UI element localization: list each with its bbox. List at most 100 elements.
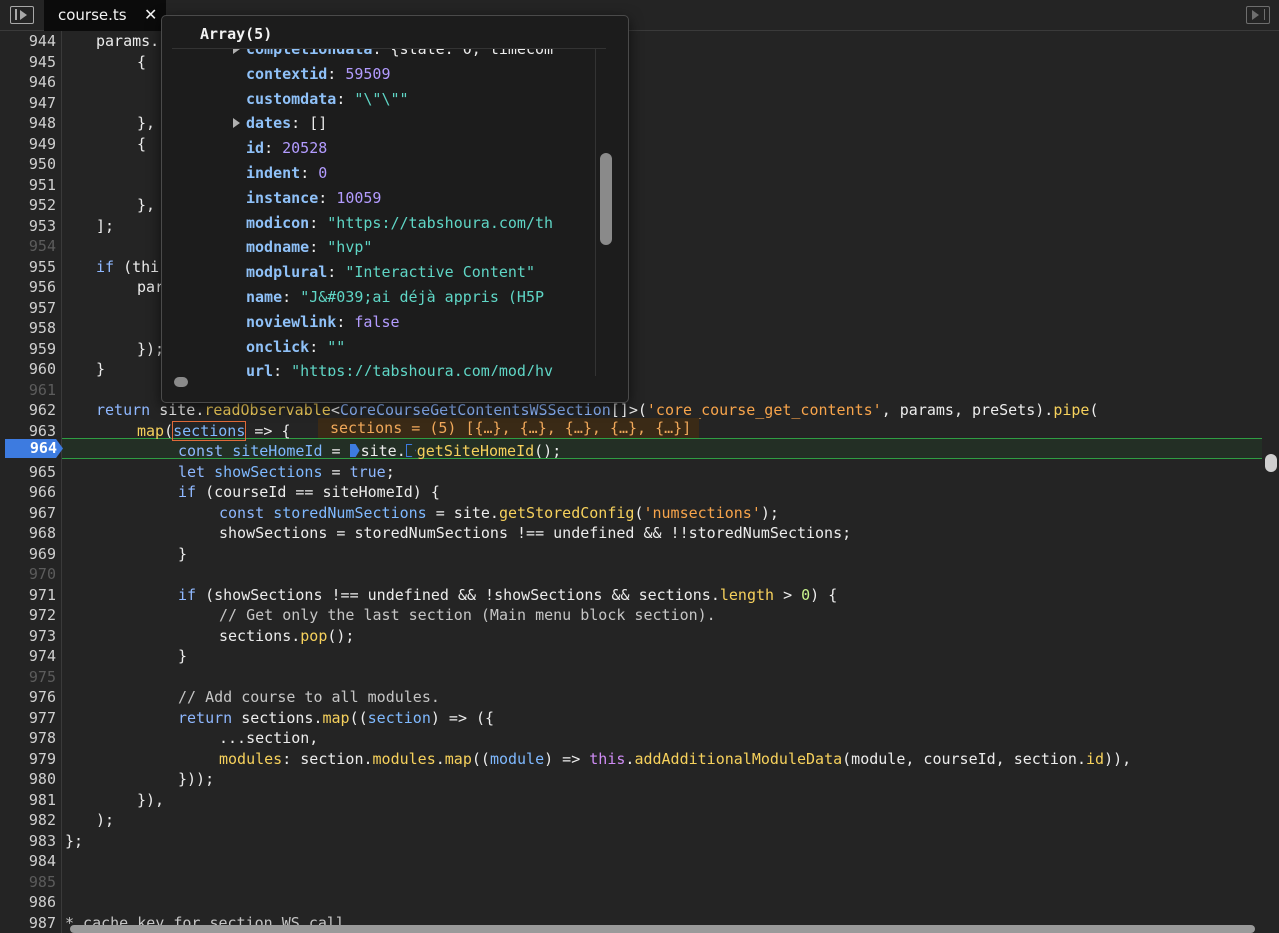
panel-toggle-icon[interactable] bbox=[1246, 6, 1270, 24]
code-line-960: } bbox=[96, 360, 106, 378]
editor-horizontal-scrollbar[interactable] bbox=[70, 925, 1255, 933]
line-number[interactable]: 961 bbox=[0, 380, 56, 401]
line-number[interactable]: 944 bbox=[0, 31, 56, 52]
line-number[interactable]: 977 bbox=[0, 708, 56, 729]
editor-vertical-scrollbar[interactable] bbox=[1265, 454, 1277, 472]
code-line-966: if (courseId == siteHomeId) { bbox=[178, 483, 440, 501]
line-number[interactable]: 971 bbox=[0, 585, 56, 606]
popover-property-row[interactable]: dates: [] bbox=[246, 111, 327, 136]
property-value: "\"\"" bbox=[354, 89, 409, 108]
inline-breakpoint-slot-icon[interactable] bbox=[405, 444, 416, 457]
property-value: false bbox=[354, 312, 400, 331]
line-number[interactable]: 962 bbox=[0, 400, 56, 421]
line-number[interactable]: 974 bbox=[0, 646, 56, 667]
code-line-949: { bbox=[137, 134, 147, 153]
line-number[interactable]: 946 bbox=[0, 72, 56, 93]
close-icon[interactable]: ✕ bbox=[144, 5, 157, 24]
property-key: indent bbox=[246, 164, 301, 182]
code-line-944: params. bbox=[96, 32, 160, 50]
property-value: [] bbox=[309, 114, 328, 133]
popover-property-row[interactable]: modicon: "https://tabshoura.com/th bbox=[246, 211, 553, 236]
line-number[interactable]: 952 bbox=[0, 195, 56, 216]
sidebar-toggle-icon[interactable] bbox=[10, 6, 34, 24]
popover-property-row[interactable]: indent: 0 bbox=[246, 161, 327, 186]
line-number[interactable]: 955 bbox=[0, 257, 56, 278]
property-value: "https://tabshoura.com/mod/hv bbox=[291, 362, 554, 376]
line-number[interactable]: 987 bbox=[0, 913, 56, 933]
line-number[interactable]: 986 bbox=[0, 892, 56, 913]
popover-property-row[interactable]: noviewlink: false bbox=[246, 310, 400, 335]
line-number[interactable]: 981 bbox=[0, 790, 56, 811]
line-number[interactable]: 953 bbox=[0, 216, 56, 237]
popover-property-row[interactable]: name: "J&#039;ai déjà appris (H5P bbox=[246, 285, 544, 310]
line-number[interactable]: 983 bbox=[0, 831, 56, 852]
property-key: modplural bbox=[246, 263, 328, 282]
property-value: "" bbox=[327, 337, 346, 356]
line-number[interactable]: 984 bbox=[0, 851, 56, 872]
expand-triangle-icon[interactable] bbox=[233, 118, 240, 129]
line-number[interactable]: 957 bbox=[0, 298, 56, 319]
popover-vertical-scrollbar[interactable] bbox=[600, 153, 612, 245]
popover-property-row[interactable]: modname: "hvp" bbox=[246, 235, 372, 260]
property-value: 10059 bbox=[336, 188, 382, 207]
popover-property-row[interactable]: onclick: "" bbox=[246, 335, 345, 360]
variable-hover-popover[interactable]: Array(5) completiondata: {state: 0, time… bbox=[161, 15, 629, 403]
line-number[interactable]: 950 bbox=[0, 154, 56, 175]
line-number[interactable]: 978 bbox=[0, 728, 56, 749]
line-number[interactable]: 970 bbox=[0, 564, 56, 585]
property-value: 59509 bbox=[345, 64, 391, 83]
property-key: instance bbox=[246, 188, 319, 207]
line-number[interactable]: 969 bbox=[0, 544, 56, 565]
property-key: id bbox=[246, 139, 265, 158]
line-number[interactable]: 958 bbox=[0, 318, 56, 339]
line-number[interactable]: 975 bbox=[0, 667, 56, 688]
code-line-983: }; bbox=[65, 831, 84, 850]
line-number[interactable]: 976 bbox=[0, 687, 56, 708]
line-number[interactable]: 948 bbox=[0, 113, 56, 134]
property-key: customdata bbox=[246, 89, 337, 108]
line-number[interactable]: 968 bbox=[0, 523, 56, 544]
line-number[interactable]: 956 bbox=[0, 277, 56, 298]
code-line-978: ...section, bbox=[219, 729, 319, 747]
popover-property-row[interactable]: customdata: "\"\"" bbox=[246, 87, 409, 112]
popover-property-row[interactable]: modplural: "Interactive Content" bbox=[246, 260, 535, 285]
popover-property-row[interactable]: contextid: 59509 bbox=[246, 62, 391, 87]
line-number[interactable]: 954 bbox=[0, 236, 56, 257]
line-number[interactable]: 960 bbox=[0, 359, 56, 380]
line-number[interactable]: 972 bbox=[0, 605, 56, 626]
code-line-982: ); bbox=[96, 811, 115, 829]
line-number[interactable]: 966 bbox=[0, 482, 56, 503]
line-number[interactable]: 951 bbox=[0, 175, 56, 196]
line-number[interactable]: 979 bbox=[0, 749, 56, 770]
code-line-976: // Add course to all modules. bbox=[178, 688, 440, 706]
popover-property-row[interactable]: instance: 10059 bbox=[246, 186, 381, 211]
popover-property-list[interactable]: completiondata: {state: 0, timecom contex… bbox=[172, 48, 606, 376]
breakpoint-line-number[interactable]: 964 bbox=[5, 439, 57, 458]
line-number[interactable]: 947 bbox=[0, 93, 56, 114]
code-line-953: ]; bbox=[96, 216, 115, 235]
line-number[interactable]: 982 bbox=[0, 810, 56, 831]
inline-breakpoint-icon[interactable] bbox=[349, 444, 360, 457]
line-number-gutter[interactable]: 944 945 946 947 948 949 950 951 952 953 954 955 956 9… bbox=[0, 31, 62, 933]
popover-property-row[interactable]: id: 20528 bbox=[246, 136, 327, 161]
line-number[interactable]: 963 bbox=[0, 421, 56, 442]
line-number[interactable]: 967 bbox=[0, 503, 56, 524]
hovered-token-sections[interactable]: sections bbox=[172, 420, 247, 441]
expand-triangle-icon[interactable] bbox=[233, 49, 240, 54]
line-number[interactable]: 959 bbox=[0, 339, 56, 360]
line-number[interactable]: 973 bbox=[0, 626, 56, 647]
popover-property-row[interactable]: completiondata: {state: 0, timecom bbox=[246, 49, 553, 62]
code-line-967: const storedNumSections = site.getStored… bbox=[219, 503, 779, 522]
popover-property-row[interactable]: url: "https://tabshoura.com/mod/hv bbox=[246, 359, 553, 376]
tab-course-ts[interactable]: course.ts ✕ bbox=[44, 0, 166, 31]
line-number[interactable]: 945 bbox=[0, 52, 56, 73]
property-value: "J&#039;ai déjà appris (H5P bbox=[300, 288, 545, 306]
line-number[interactable]: 980 bbox=[0, 769, 56, 790]
line-number[interactable]: 985 bbox=[0, 872, 56, 893]
popover-horizontal-scrollbar[interactable] bbox=[174, 377, 188, 387]
code-line-981: }), bbox=[137, 790, 165, 809]
property-value: 20528 bbox=[282, 139, 328, 158]
code-line-972: // Get only the last section (Main menu … bbox=[219, 606, 716, 624]
line-number[interactable]: 965 bbox=[0, 462, 56, 483]
line-number[interactable]: 949 bbox=[0, 134, 56, 155]
